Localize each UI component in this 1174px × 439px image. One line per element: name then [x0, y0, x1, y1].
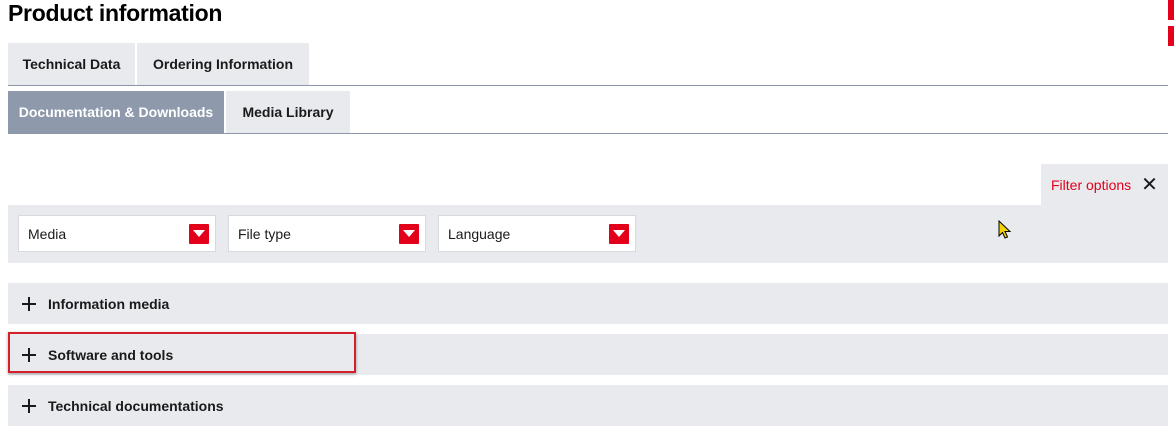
plus-icon — [22, 398, 36, 413]
accordion-software-and-tools[interactable]: Software and tools — [8, 334, 1168, 375]
file-type-select[interactable]: File type — [228, 215, 426, 252]
chevron-down-icon[interactable] — [609, 224, 629, 244]
page-title: Product information — [8, 0, 223, 26]
mouse-pointer-icon — [998, 220, 1012, 239]
tab-documentation-downloads[interactable]: Documentation & Downloads — [8, 91, 224, 133]
chevron-down-icon[interactable] — [399, 224, 419, 244]
plus-icon — [22, 296, 36, 311]
file-type-select-value: File type — [238, 225, 291, 242]
filter-options-label: Filter options — [1051, 176, 1132, 193]
accordion-technical-documentations[interactable]: Technical documentations — [8, 385, 1168, 426]
media-select[interactable]: Media — [18, 215, 216, 252]
accordion-label: Software and tools — [48, 346, 174, 363]
tab-ordering-information[interactable]: Ordering Information — [137, 43, 309, 85]
language-select-value: Language — [448, 225, 511, 242]
tab-row-secondary: Documentation & Downloads Media Library — [8, 91, 1168, 134]
tab-row-primary: Technical Data Ordering Information — [8, 43, 1168, 86]
corner-accent — [1168, 0, 1174, 46]
tab-technical-data[interactable]: Technical Data — [8, 43, 135, 85]
tab-media-library[interactable]: Media Library — [226, 91, 350, 133]
media-select-value: Media — [28, 225, 67, 242]
filter-bar: Media File type Language — [8, 205, 1168, 263]
accordion-information-media[interactable]: Information media — [8, 283, 1168, 324]
accordion-label: Technical documentations — [48, 397, 224, 414]
close-icon[interactable]: ✕ — [1141, 175, 1158, 195]
filter-options-toggle[interactable]: Filter options ✕ — [1041, 164, 1168, 205]
language-select[interactable]: Language — [438, 215, 636, 252]
plus-icon — [22, 347, 36, 362]
accordion-label: Information media — [48, 295, 170, 312]
chevron-down-icon[interactable] — [189, 224, 209, 244]
